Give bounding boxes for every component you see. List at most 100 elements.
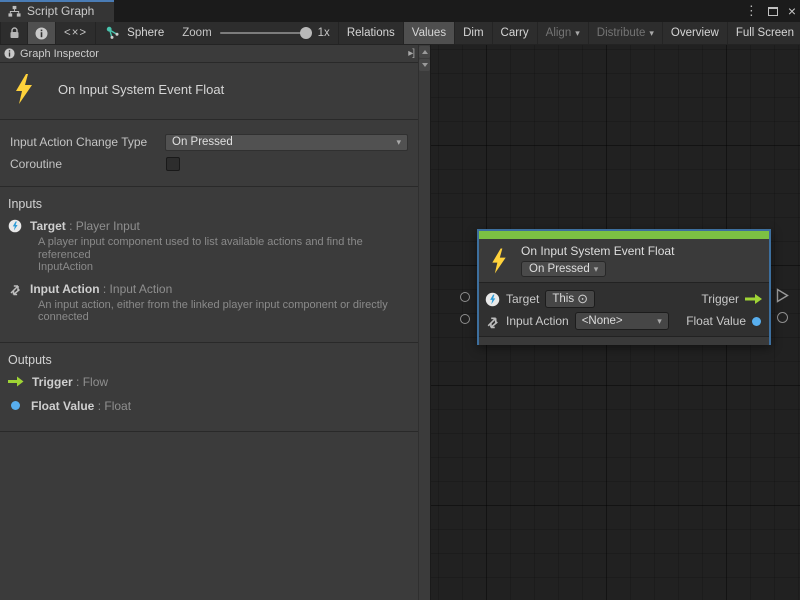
port-type: : Player Input bbox=[69, 219, 140, 233]
node-mode-dropdown[interactable]: On Pressed bbox=[521, 261, 606, 277]
close-icon[interactable]: × bbox=[788, 4, 796, 18]
info-icon bbox=[4, 48, 15, 59]
port-description: An input action, either from the linked … bbox=[38, 299, 410, 324]
input-action-port-row: Input Action <None> Float Value bbox=[485, 310, 763, 332]
node-title: On Input System Event Float bbox=[521, 244, 674, 258]
output-port-float-value: Float Value : Float bbox=[8, 399, 410, 413]
input-action-value: <None> bbox=[582, 315, 623, 327]
graph-canvas[interactable]: On Input System Event Float On Pressed T… bbox=[430, 45, 800, 600]
zoom-label: Zoom bbox=[182, 27, 211, 39]
outputs-section: Outputs Trigger : Flow Float Value : Flo… bbox=[0, 343, 418, 432]
port-type: : Input Action bbox=[103, 282, 172, 296]
port-name: Trigger bbox=[32, 375, 73, 389]
change-type-value: On Pressed bbox=[172, 136, 233, 148]
node-footer bbox=[479, 336, 769, 345]
flow-arrow-icon bbox=[745, 293, 763, 305]
event-bolt-icon bbox=[12, 73, 36, 105]
inputs-section: Inputs Target : Player Input A player in… bbox=[0, 187, 418, 343]
align-button-label: Align bbox=[546, 27, 572, 39]
input-port-target: Target : Player Input A player input com… bbox=[8, 219, 410, 274]
inspector-fields: Input Action Change Type On Pressed Coro… bbox=[0, 120, 418, 187]
coroutine-label: Coroutine bbox=[10, 157, 165, 171]
relations-button[interactable]: Relations bbox=[338, 22, 404, 44]
port-type: : Flow bbox=[76, 375, 108, 389]
target-port-label: Target bbox=[506, 292, 539, 306]
full-screen-button[interactable]: Full Screen bbox=[728, 22, 800, 44]
coroutine-checkbox[interactable] bbox=[166, 157, 180, 171]
tab-script-graph[interactable]: Script Graph bbox=[0, 0, 114, 22]
port-name: Target bbox=[30, 219, 66, 233]
trigger-port-label: Trigger bbox=[701, 292, 739, 306]
script-graph-icon bbox=[106, 26, 121, 41]
port-name: Float Value bbox=[31, 399, 94, 413]
distribute-button[interactable]: Distribute bbox=[589, 22, 663, 44]
distribute-button-label: Distribute bbox=[597, 27, 646, 39]
graph-inspector-header: Graph Inspector ▸] bbox=[0, 45, 418, 63]
port-type: : Float bbox=[98, 399, 131, 413]
window-menu-icon[interactable]: ⋮ bbox=[745, 3, 758, 19]
external-input-action-port[interactable] bbox=[460, 314, 470, 324]
chevron-down-icon bbox=[571, 27, 580, 39]
float-port-icon bbox=[752, 317, 761, 326]
player-input-icon bbox=[8, 219, 22, 233]
input-action-dropdown[interactable]: <None> bbox=[575, 312, 669, 330]
triangle-down-icon bbox=[422, 63, 428, 67]
target-object-button[interactable]: This bbox=[545, 290, 595, 308]
event-color-bar bbox=[479, 231, 769, 239]
lock-button[interactable] bbox=[0, 22, 28, 44]
outputs-header: Outputs bbox=[8, 351, 410, 375]
target-picker-icon bbox=[577, 291, 588, 307]
maximize-icon[interactable] bbox=[768, 7, 778, 16]
values-button[interactable]: Values bbox=[404, 22, 455, 44]
port-name: Input Action bbox=[30, 282, 100, 296]
triangle-up-icon bbox=[422, 50, 428, 54]
lock-icon bbox=[9, 27, 20, 39]
node-mode-value: On Pressed bbox=[529, 263, 590, 275]
code-view-button[interactable]: <×> bbox=[56, 22, 96, 44]
input-action-port-label: Input Action bbox=[506, 314, 569, 328]
event-bolt-icon bbox=[489, 246, 509, 276]
zoom-slider-knob[interactable] bbox=[300, 27, 312, 39]
flow-arrow-icon bbox=[8, 376, 24, 387]
graph-toolbar: <×> Sphere Zoom 1x Relations Values Dim … bbox=[0, 22, 800, 45]
inspector-scrollbar[interactable] bbox=[418, 45, 430, 600]
scroll-up-button[interactable] bbox=[419, 46, 430, 58]
inputs-header: Inputs bbox=[8, 195, 410, 219]
change-type-dropdown[interactable]: On Pressed bbox=[165, 134, 408, 151]
zoom-value: 1x bbox=[318, 27, 330, 39]
zoom-slider[interactable] bbox=[220, 32, 310, 34]
target-port-row: Target This Trigger bbox=[485, 288, 763, 310]
graph-inspector-title: Graph Inspector bbox=[20, 48, 99, 60]
player-input-icon bbox=[485, 292, 500, 307]
input-action-icon bbox=[485, 314, 500, 329]
external-float-value-port[interactable] bbox=[777, 312, 788, 323]
node-ports: Target This Trigger bbox=[479, 283, 769, 336]
input-port-input-action: Input Action : Input Action An input act… bbox=[8, 282, 410, 324]
tab-title: Script Graph bbox=[27, 4, 94, 18]
chevron-down-icon bbox=[653, 315, 662, 327]
change-type-label: Input Action Change Type bbox=[10, 135, 165, 149]
graph-inspector-panel: Graph Inspector ▸] On Input System Event… bbox=[0, 45, 418, 600]
external-trigger-port[interactable] bbox=[776, 288, 789, 303]
align-button[interactable]: Align bbox=[538, 22, 589, 44]
on-input-system-event-float-node[interactable]: On Input System Event Float On Pressed T… bbox=[477, 229, 771, 345]
chevron-down-icon bbox=[590, 263, 599, 275]
scene-object-reference[interactable]: Sphere bbox=[96, 22, 174, 44]
chevron-down-icon bbox=[645, 27, 654, 39]
port-description: A player input component used to list av… bbox=[38, 236, 410, 274]
carry-button[interactable]: Carry bbox=[493, 22, 538, 44]
graph-hierarchy-icon bbox=[8, 5, 21, 18]
external-target-port[interactable] bbox=[460, 292, 470, 302]
scroll-down-button[interactable] bbox=[419, 59, 430, 71]
dim-button[interactable]: Dim bbox=[455, 22, 492, 44]
overview-button[interactable]: Overview bbox=[663, 22, 728, 44]
inspector-node-summary: On Input System Event Float bbox=[0, 63, 418, 120]
input-action-icon bbox=[8, 282, 22, 296]
chevron-down-icon bbox=[392, 136, 401, 148]
target-object-value: This bbox=[552, 293, 574, 305]
collapse-panel-icon[interactable]: ▸] bbox=[408, 48, 414, 59]
output-port-trigger: Trigger : Flow bbox=[8, 375, 410, 389]
node-header[interactable]: On Input System Event Float On Pressed bbox=[479, 239, 769, 283]
inspector-toggle-button[interactable] bbox=[28, 22, 56, 44]
window-titlebar: Script Graph ⋮ × bbox=[0, 0, 800, 22]
